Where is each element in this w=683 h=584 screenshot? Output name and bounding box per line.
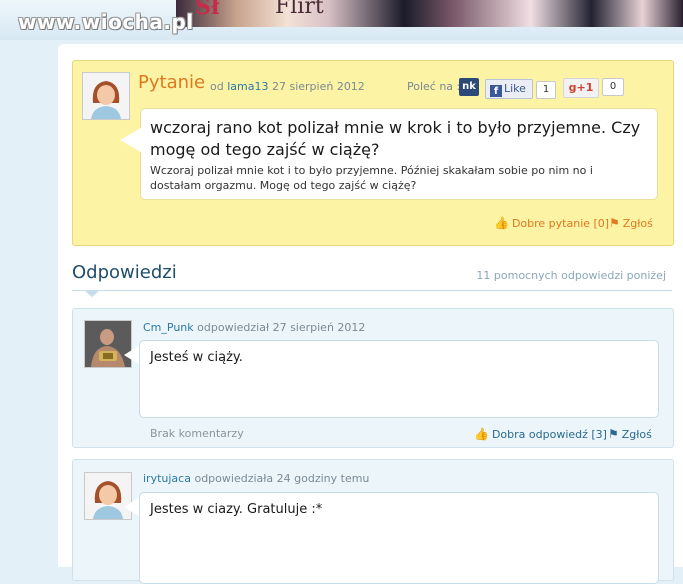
report-question-label: Zgłoś xyxy=(622,217,653,230)
report-answer-label: Zgłoś xyxy=(621,428,652,441)
site-logo[interactable]: www.wiocha.pl xyxy=(18,10,194,34)
question-date: 27 sierpień 2012 xyxy=(271,80,365,93)
banner-text-b: Flirt xyxy=(275,0,324,19)
answer-author-link[interactable]: irytujaca xyxy=(143,472,191,485)
answers-heading: Odpowiedzi xyxy=(72,262,177,283)
no-comments-link[interactable]: Brak komentarzy xyxy=(150,427,244,440)
answer-date: odpowiedział 27 sierpień 2012 xyxy=(197,321,366,334)
answer-bubble-tail xyxy=(124,497,140,517)
nk-share-button[interactable]: nk xyxy=(459,78,479,96)
facebook-like-button[interactable]: f Like xyxy=(485,79,533,99)
report-question-button[interactable]: ⚑ Zgłoś xyxy=(609,216,653,230)
flag-icon: ⚑ xyxy=(608,427,619,441)
facebook-like-count: 1 xyxy=(536,81,556,99)
question-from: od xyxy=(210,80,224,93)
answers-divider xyxy=(72,290,672,291)
answer-meta: Cm_Punk odpowiedział 27 sierpień 2012 xyxy=(143,321,365,334)
question-author-link[interactable]: lama13 xyxy=(227,80,268,93)
banner-image[interactable] xyxy=(176,0,683,27)
google-plus-count: 0 xyxy=(602,78,624,96)
answer-text: Jesteś w ciąży. xyxy=(150,350,243,365)
google-plus-label: +1 xyxy=(576,81,594,94)
answer-text: Jestes w ciazy. Gratuluje :* xyxy=(150,502,323,517)
question-headline: wczoraj rano kot polizał mnie w krok i t… xyxy=(150,118,641,159)
flag-icon: ⚑ xyxy=(609,216,620,230)
question-avatar[interactable] xyxy=(82,72,130,120)
answers-count: 11 pomocnych odpowiedzi poniżej xyxy=(476,269,666,282)
good-answer-label: Dobra odpowiedź [3] xyxy=(491,428,607,441)
answer-meta: irytujaca odpowiedziała 24 godziny temu xyxy=(143,472,369,485)
recommend-label: Poleć na : xyxy=(407,80,461,93)
thumbs-up-icon: 👍 xyxy=(494,216,509,230)
answer-author-link[interactable]: Cm_Punk xyxy=(143,321,194,334)
report-answer-button[interactable]: ⚑ Zgłoś xyxy=(608,427,652,441)
thumbs-up-icon: 👍 xyxy=(474,427,489,441)
question-label: Pytanie xyxy=(138,72,206,93)
good-answer-button[interactable]: 👍 Dobra odpowiedź [3] xyxy=(474,427,607,441)
question-bubble-tail xyxy=(120,128,141,152)
banner-text-a: Sł xyxy=(195,0,220,20)
question-body: Wczoraj polizał mnie kot i to było przyj… xyxy=(150,164,593,192)
avatar-icon xyxy=(83,73,129,119)
answer-date: odpowiedziała 24 godziny temu xyxy=(194,472,370,485)
google-plus-icon: g xyxy=(568,81,577,94)
facebook-icon: f xyxy=(490,85,502,97)
question-meta: od lama13 27 sierpień 2012 xyxy=(210,80,365,93)
good-question-label: Dobre pytanie [0] xyxy=(511,217,610,230)
answer-bubble-tail xyxy=(124,345,140,365)
facebook-like-label: Like xyxy=(504,82,526,95)
good-question-button[interactable]: 👍 Dobre pytanie [0] xyxy=(494,216,609,230)
google-plus-button[interactable]: g+1 xyxy=(563,78,599,98)
answers-divider-notch xyxy=(84,290,100,297)
